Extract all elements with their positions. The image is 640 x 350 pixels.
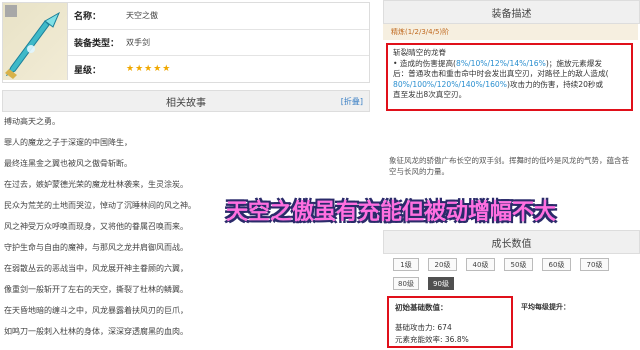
equip-description-header: 装备描述	[383, 0, 640, 24]
base-stats-box: 初始基础数值： 基础攻击力: 674 元素充能效率: 36.8%	[387, 296, 513, 348]
growth-header: 成长数值	[383, 230, 640, 254]
weapon-type: 双手剑	[126, 38, 150, 47]
story-line: 罪人的魔龙之子于深邃的中国降生，	[4, 138, 132, 147]
weapon-lore: 象征风龙的骄傲广布长空的双手剑。挥舞时的低吟是风龙的气势，蕴含苍空与长风的力量。	[389, 156, 629, 176]
level-button-60[interactable]: 60级	[542, 258, 571, 271]
level-button-70[interactable]: 70级	[580, 258, 609, 271]
story-line: 风之神受万众呼唤而现身，又将他的眷属召唤而来。	[4, 222, 188, 231]
energy-recharge: 元素充能效率: 36.8%	[395, 335, 469, 344]
rarity-key: 星级：	[74, 65, 102, 76]
story-line: 像重剑一般斩开了左右的天空，撕裂了杜林的鳞翼。	[4, 285, 188, 294]
weapon-name: 天空之傲	[126, 11, 158, 21]
refine-levels: 精炼(1/2/3/4/5)阶	[383, 24, 638, 40]
name-row: 名称： 天空之傲	[68, 3, 369, 30]
caption-overlay: 天空之傲虽有充能但被动增幅不大	[215, 192, 567, 228]
info-rows: 名称： 天空之傲 装备类型： 双手剑 星级： ★★★★★	[68, 3, 369, 82]
level-button-50[interactable]: 50级	[504, 258, 533, 271]
caption-text: 天空之傲虽有充能但被动增幅不大	[225, 200, 556, 225]
story-section-header: 相关故事 [折叠]	[2, 90, 370, 112]
story-line: 最终连黑金之翼也被风之傲骨斩断。	[4, 159, 132, 168]
skill-line-1: • 造成的伤害提高(8%/10%/12%/14%/16%)；施放元素爆发	[393, 58, 602, 68]
per-level-heading: 平均每级提升：	[521, 303, 570, 311]
name-key: 名称：	[74, 12, 102, 23]
level-button-80[interactable]: 80级	[393, 277, 419, 290]
story-line: 在弱散丛云的恶战当中，风龙展开神主眷顾的六翼，	[4, 264, 188, 273]
base-stats-heading: 初始基础数值：	[395, 303, 448, 312]
type-row: 装备类型： 双手剑	[68, 30, 369, 57]
skill-line-2: 后：普通攻击和重击命中时会发出真空刃，对路径上的敌人造成(	[393, 69, 609, 78]
level-button-20[interactable]: 20级	[428, 258, 457, 271]
base-attack: 基础攻击力: 674	[395, 323, 452, 332]
sword-icon	[5, 11, 61, 79]
skill-line-3: 80%/100%/120%/140%/160%)攻击力的伤害，持续20秒或	[393, 79, 604, 89]
skill-line-4: 直至发出8次真空刃。	[393, 90, 467, 99]
story-line: 在天昏地暗的缠斗之中，风龙暴露着扶风刃的巨爪，	[4, 306, 188, 315]
growth-title: 成长数值	[491, 238, 532, 250]
type-key: 装备类型：	[74, 39, 120, 49]
story-title: 相关故事	[166, 97, 206, 109]
skill-title: 斩裂晴空的龙脊	[393, 48, 447, 57]
passive-skill-box: 斩裂晴空的龙脊 • 造成的伤害提高(8%/10%/12%/14%/16%)；施放…	[386, 43, 633, 111]
level-button-40[interactable]: 40级	[466, 258, 495, 271]
rarity-row: 星级： ★★★★★	[68, 56, 369, 82]
left-column: 名称： 天空之傲 装备类型： 双手剑 星级： ★★★★★ 相关故事 [折叠] 搏…	[0, 0, 370, 350]
weapon-image	[3, 3, 68, 80]
story-line: 民众为荒芜的土地而哭泣，悼动了沉睡林间的风之神。	[4, 201, 196, 210]
star-rating: ★★★★★	[126, 64, 172, 75]
story-line: 搏动高天之勇。	[4, 117, 60, 126]
level-button-1[interactable]: 1级	[393, 258, 419, 271]
equip-description-title: 装备描述	[491, 8, 532, 20]
dmg-bonus-values: 8%/10%/12%/14%/16%	[456, 58, 546, 68]
level-button-90[interactable]: 90级	[428, 277, 454, 290]
vacuum-blade-values: 80%/100%/120%/140%/160%	[393, 79, 507, 89]
weapon-info-table: 名称： 天空之傲 装备类型： 双手剑 星级： ★★★★★	[2, 2, 370, 83]
story-line: 如鸣刀一般刺入杜林的身体，深深穿透腐黑的血肉。	[4, 327, 188, 336]
fold-link[interactable]: [折叠]	[341, 96, 363, 107]
story-line: 在过去，嫉妒蒙德光荣的魔龙杜林袭来，生灵涂炭。	[4, 180, 188, 189]
right-column: 装备描述 精炼(1/2/3/4/5)阶 斩裂晴空的龙脊 • 造成的伤害提高(8%…	[383, 0, 640, 350]
story-line: 守护生命与自由的魔神，与那风之龙并肩御风而战。	[4, 243, 188, 252]
